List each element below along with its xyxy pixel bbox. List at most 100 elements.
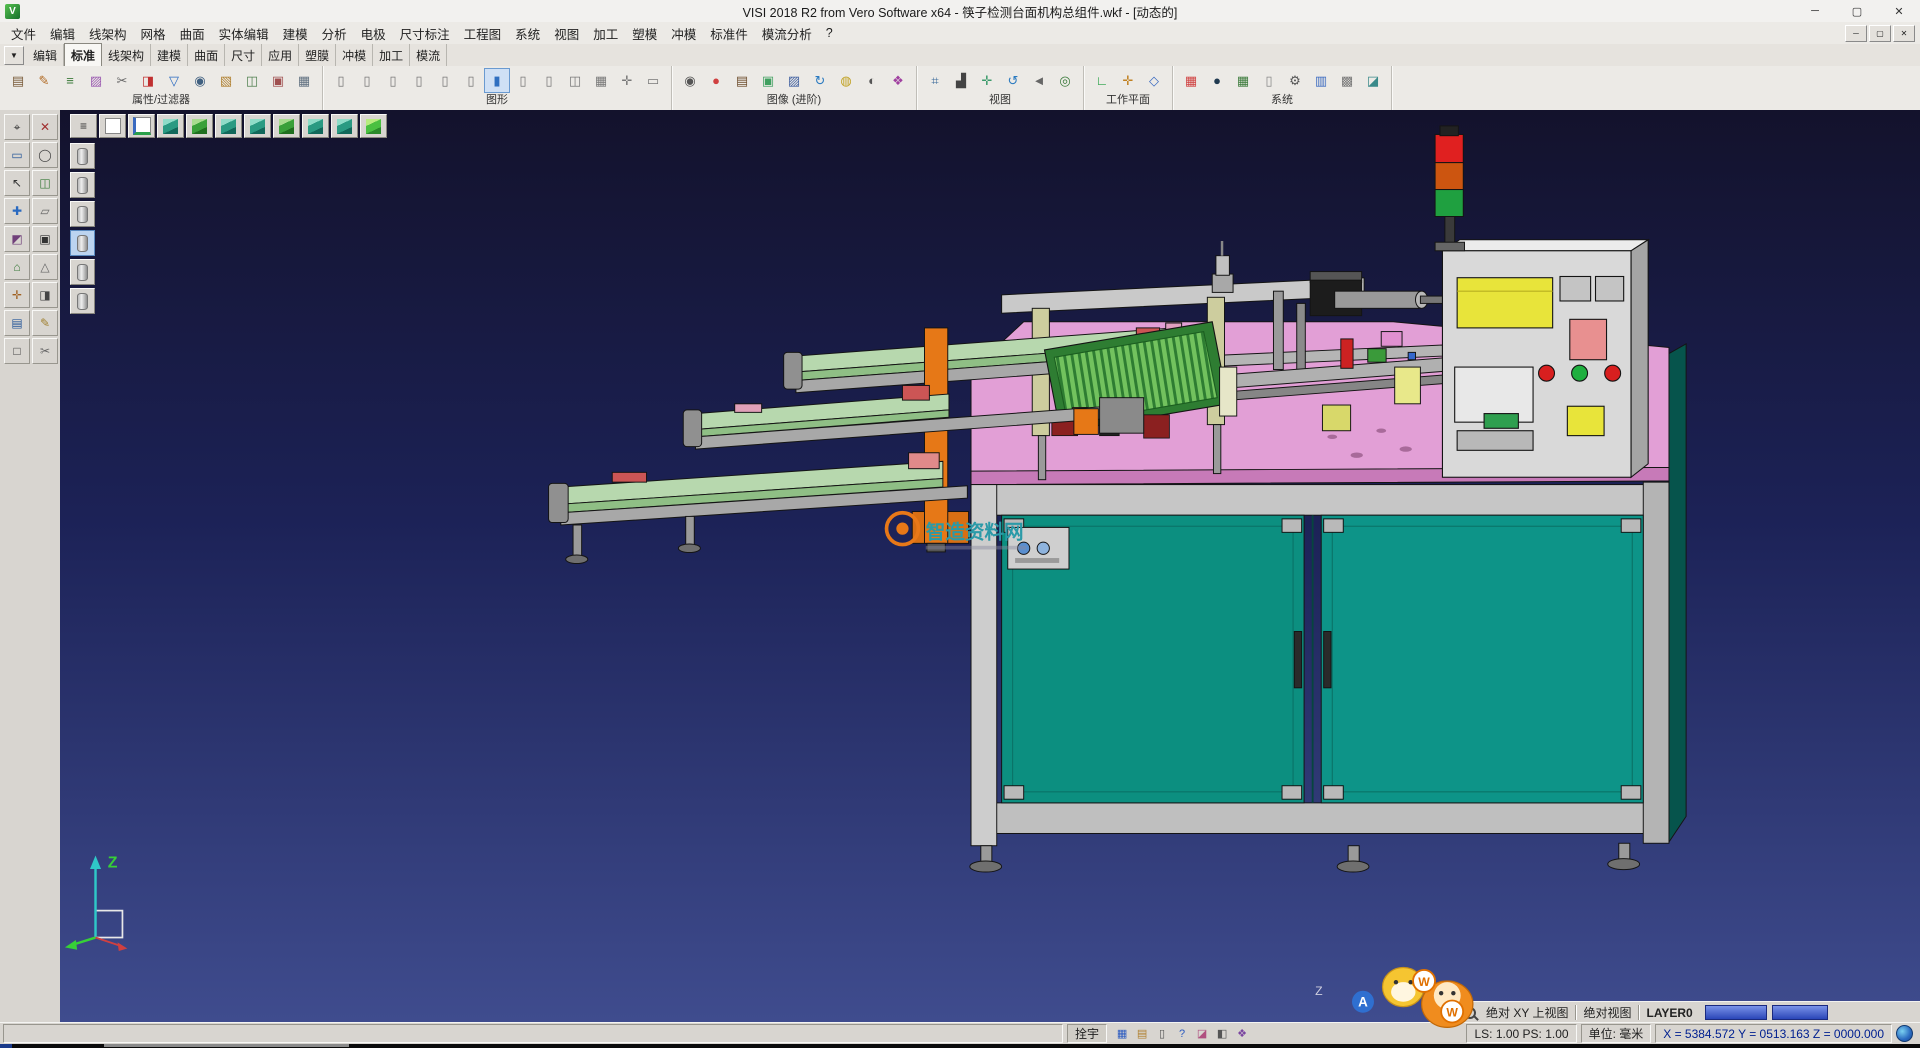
material-sphere-icon[interactable]: ●: [1204, 68, 1230, 93]
clip-plane-2-button[interactable]: [70, 172, 95, 198]
clip-plane-5-button[interactable]: [70, 259, 95, 285]
tab-7[interactable]: 塑膜: [299, 44, 336, 66]
layer-filter-icon[interactable]: ≡: [57, 68, 83, 93]
color-grid-icon[interactable]: ▦: [1178, 68, 1204, 93]
solid-select-icon[interactable]: ▣: [32, 226, 58, 252]
swatch-icon[interactable]: ◫: [239, 68, 265, 93]
list-select-icon[interactable]: ▤: [4, 310, 30, 336]
box-icon[interactable]: ◧: [1213, 1026, 1231, 1042]
tab-10[interactable]: 模流: [410, 44, 447, 66]
half-shade-icon[interactable]: ◨: [32, 282, 58, 308]
eye-icon[interactable]: ◉: [187, 68, 213, 93]
menu-item-5[interactable]: 实体编辑: [212, 22, 276, 45]
funnel-icon[interactable]: ▽: [161, 68, 187, 93]
tab-overflow-button[interactable]: ▼: [4, 46, 24, 65]
globe-icon[interactable]: [1896, 1025, 1913, 1042]
palette-icon[interactable]: ❖: [1233, 1026, 1251, 1042]
menu-item-9[interactable]: 尺寸标注: [393, 22, 457, 45]
magnet-icon[interactable]: ◨: [135, 68, 161, 93]
menu-item-8[interactable]: 电极: [354, 22, 393, 45]
clip-plane-6-button[interactable]: [70, 288, 95, 314]
machine-model[interactable]: 智造资料网 Z Z: [60, 110, 1920, 1022]
workplane-xy-icon[interactable]: ∟: [1089, 68, 1115, 93]
snap-point-icon[interactable]: ⌖: [4, 114, 30, 140]
attributes-icon[interactable]: ▤: [5, 68, 31, 93]
previous-view-icon[interactable]: ◄: [1026, 68, 1052, 93]
deselect-icon[interactable]: ✕: [32, 114, 58, 140]
grid-display-icon[interactable]: ▦: [588, 68, 614, 93]
control-panel[interactable]: [1442, 240, 1648, 477]
transparent-style-icon[interactable]: ▯: [432, 68, 458, 93]
menu-item-4[interactable]: 曲面: [173, 22, 212, 45]
rgb-icon[interactable]: ▣: [755, 68, 781, 93]
rendered-style-icon[interactable]: ▯: [406, 68, 432, 93]
view-iso-3-icon[interactable]: [215, 114, 242, 138]
menu-item-7[interactable]: 分析: [315, 22, 354, 45]
view-iso-6-icon[interactable]: [302, 114, 329, 138]
folder-icon[interactable]: ▤: [1133, 1026, 1151, 1042]
units-indicator[interactable]: 单位: 毫米: [1581, 1024, 1652, 1043]
trim-icon[interactable]: ✂: [32, 338, 58, 364]
cursor-icon[interactable]: ↖: [4, 170, 30, 196]
view-iso-4-icon[interactable]: [244, 114, 271, 138]
clip-plane-3-button[interactable]: [70, 201, 95, 227]
color-bar-2[interactable]: [1772, 1005, 1828, 1020]
rotate-view-icon[interactable]: ↺: [1000, 68, 1026, 93]
view-axes-icon[interactable]: [128, 114, 155, 138]
monitor-icon[interactable]: ▦: [1113, 1026, 1131, 1042]
menu-item-0[interactable]: 文件: [4, 22, 43, 45]
frame-icon[interactable]: □: [4, 338, 30, 364]
mask-icon[interactable]: ▧: [213, 68, 239, 93]
hatch-icon[interactable]: ▩: [1334, 68, 1360, 93]
document-icon[interactable]: ▯: [1153, 1026, 1171, 1042]
bulb-icon[interactable]: ◍: [833, 68, 859, 93]
dynamic-shade-icon[interactable]: ▮: [484, 68, 510, 93]
ghost-style-icon[interactable]: ▯: [458, 68, 484, 93]
tab-4[interactable]: 曲面: [188, 44, 225, 66]
view-iso-8-icon[interactable]: [360, 114, 387, 138]
view-orientation-label[interactable]: 绝对 XY 上视图: [1479, 1004, 1575, 1021]
film-icon[interactable]: ▤: [729, 68, 755, 93]
blank-page-icon[interactable]: ▯: [1256, 68, 1282, 93]
zoom-window-icon[interactable]: ▟: [948, 68, 974, 93]
tab-0[interactable]: 编辑: [27, 44, 64, 66]
mdi-restore-button[interactable]: ▢: [1869, 25, 1891, 42]
close-button[interactable]: ✕: [1878, 0, 1920, 22]
eraser-icon[interactable]: ◪: [1193, 1026, 1211, 1042]
view-top-icon[interactable]: [99, 114, 126, 138]
green-grid-icon[interactable]: ▦: [1230, 68, 1256, 93]
menu-item-2[interactable]: 线架构: [82, 22, 134, 45]
add-select-icon[interactable]: ✚: [4, 198, 30, 224]
traffic-light-icon[interactable]: ●: [703, 68, 729, 93]
clip-plane-4-button[interactable]: [70, 230, 95, 256]
ramp-icon[interactable]: ◪: [1360, 68, 1386, 93]
view-iso-1-icon[interactable]: [157, 114, 184, 138]
tab-5[interactable]: 尺寸: [225, 44, 262, 66]
tab-8[interactable]: 冲模: [336, 44, 373, 66]
hidden-line-style-icon[interactable]: ▯: [354, 68, 380, 93]
maximize-button[interactable]: ▢: [1836, 0, 1878, 22]
tab-3[interactable]: 建模: [151, 44, 188, 66]
shaded-style-icon[interactable]: ▯: [380, 68, 406, 93]
color-bar-1[interactable]: [1705, 1005, 1767, 1020]
poly-select-icon[interactable]: ▱: [32, 198, 58, 224]
contrast-icon[interactable]: ◐: [859, 68, 885, 93]
view-iso-5-icon[interactable]: [273, 114, 300, 138]
axes-display-icon[interactable]: ✛: [614, 68, 640, 93]
menu-item-17[interactable]: 模流分析: [755, 22, 819, 45]
menu-item-13[interactable]: 加工: [586, 22, 625, 45]
tab-9[interactable]: 加工: [373, 44, 410, 66]
snap-toggle-button[interactable]: 拴宇: [1067, 1024, 1107, 1043]
menu-item-1[interactable]: 编辑: [43, 22, 82, 45]
cut-filter-icon[interactable]: ✂: [109, 68, 135, 93]
menu-item-15[interactable]: 冲模: [664, 22, 703, 45]
tab-1[interactable]: 标准: [64, 43, 102, 67]
window-select-icon[interactable]: ◫: [32, 170, 58, 196]
viewport-3d[interactable]: 智造资料网 Z Z: [60, 110, 1920, 1022]
color-filter-icon[interactable]: ▨: [83, 68, 109, 93]
view-iso-2-icon[interactable]: [186, 114, 213, 138]
menu-item-11[interactable]: 系统: [508, 22, 547, 45]
zoom-all-icon[interactable]: ⌗: [922, 68, 948, 93]
section-display-icon[interactable]: ◫: [562, 68, 588, 93]
layer-indicator[interactable]: LAYER0: [1639, 1006, 1699, 1020]
